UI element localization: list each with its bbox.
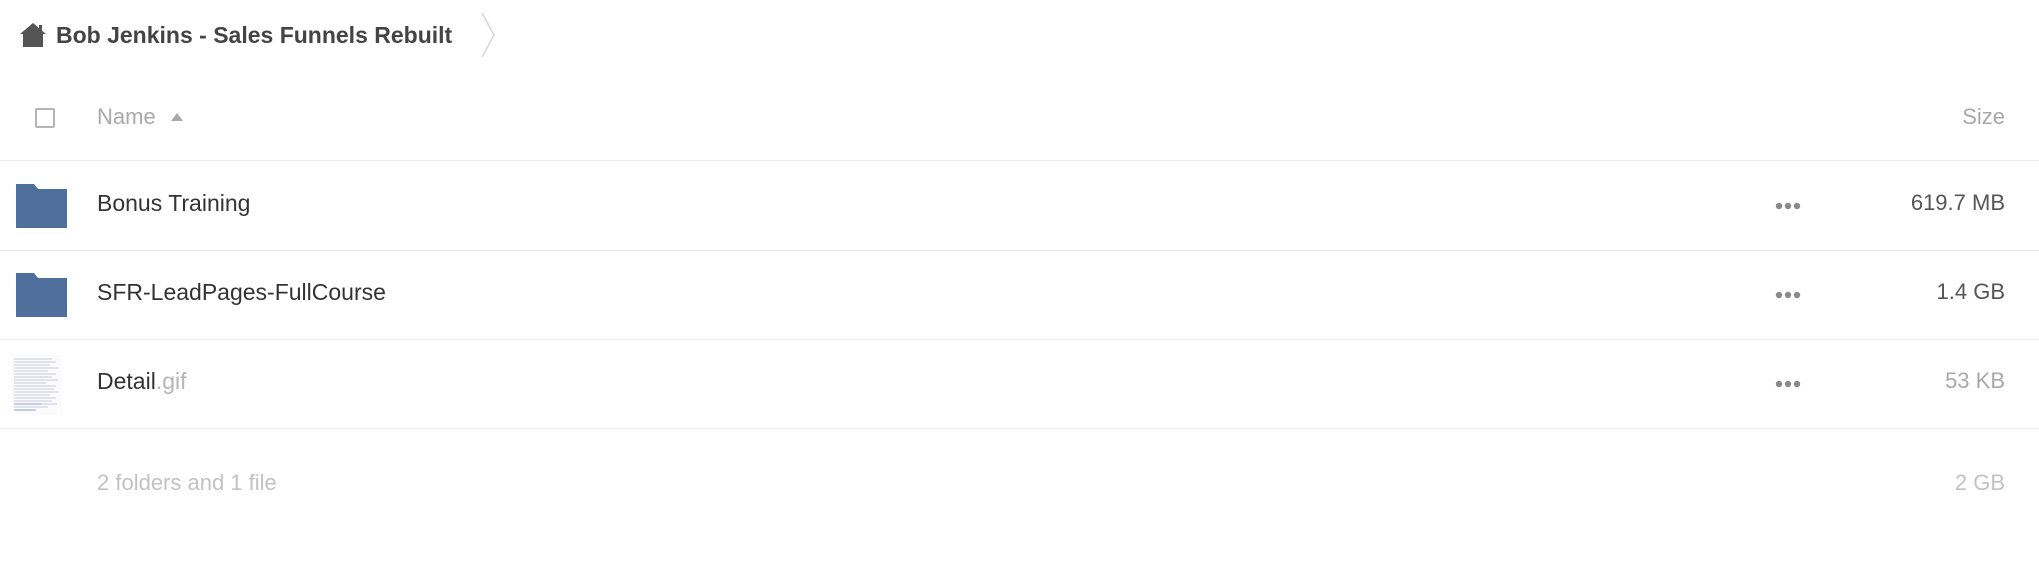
more-icon [1775, 380, 1801, 388]
row-size: 1.4 GB [1936, 279, 2005, 304]
row-size: 619.7 MB [1910, 190, 2005, 215]
table-row[interactable]: Bonus Training 619.7 MB [0, 162, 2039, 251]
table-summary: 2 folders and 1 file 2 GB [0, 428, 2039, 495]
select-all-checkbox[interactable] [35, 108, 55, 128]
row-name[interactable]: SFR-LeadPages-FullCourse [97, 279, 386, 306]
folder-icon [16, 273, 67, 317]
table-header: Name Size [0, 86, 2039, 161]
table-row[interactable]: SFR-LeadPages-FullCourse 1.4 GB [0, 251, 2039, 340]
file-name: Detail [97, 368, 156, 394]
breadcrumb: Bob Jenkins - Sales Funnels Rebuilt [18, 0, 498, 70]
more-actions-button[interactable] [1772, 281, 1804, 309]
folder-icon [16, 184, 67, 228]
more-actions-button[interactable] [1772, 192, 1804, 220]
name-column-label: Name [97, 104, 156, 129]
file-name: Bonus Training [97, 190, 251, 216]
more-icon [1775, 291, 1801, 299]
sort-ascending-icon [170, 113, 183, 121]
file-extension: .gif [155, 368, 187, 394]
row-name[interactable]: Bonus Training [97, 190, 250, 217]
file-list-page: Bob Jenkins - Sales Funnels Rebuilt Name… [0, 0, 2039, 577]
table-row[interactable]: Detail.gif 53 KB [0, 340, 2039, 429]
summary-total-size: 2 GB [1954, 470, 2005, 495]
row-size: 53 KB [1945, 368, 2005, 393]
file-thumbnail [12, 355, 62, 415]
breadcrumb-current[interactable]: Bob Jenkins - Sales Funnels Rebuilt [56, 22, 452, 49]
size-column-header[interactable]: Size [1962, 104, 2005, 130]
more-icon [1775, 202, 1801, 210]
home-icon[interactable] [18, 20, 48, 50]
name-column-header[interactable]: Name [97, 104, 184, 130]
more-actions-button[interactable] [1772, 370, 1804, 398]
summary-count: 2 folders and 1 file [97, 470, 277, 495]
file-name: SFR-LeadPages-FullCourse [97, 279, 386, 305]
breadcrumb-separator-icon [481, 12, 496, 58]
row-name[interactable]: Detail.gif [97, 368, 187, 395]
